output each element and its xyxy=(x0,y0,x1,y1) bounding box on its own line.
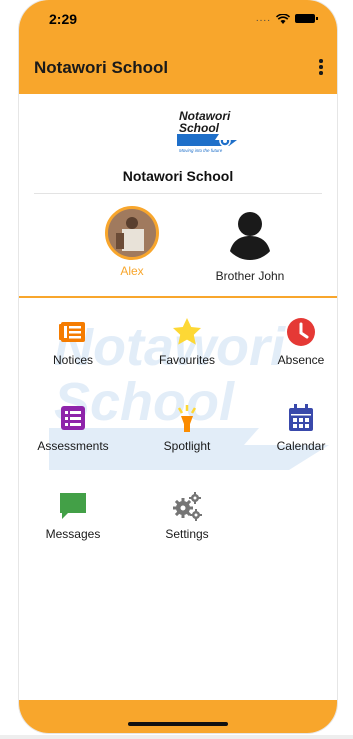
chat-icon xyxy=(60,493,86,519)
battery-icon xyxy=(295,14,318,23)
status-time: 2:29 xyxy=(49,11,78,27)
status-icons: .... xyxy=(255,13,318,24)
profile-name: Alex xyxy=(120,264,144,278)
device-base xyxy=(0,735,353,739)
wifi-icon xyxy=(276,13,290,24)
clock-icon xyxy=(287,318,315,346)
menu-label: Notices xyxy=(52,353,93,367)
profile-alex[interactable]: Alex xyxy=(82,206,182,278)
phone-screen: 2:29 .... Notawori School Notawori Schoo… xyxy=(19,0,337,733)
school-logo: Notawori School Moving into the future xyxy=(177,109,237,153)
student-photo xyxy=(108,209,156,257)
app-title: Notawori School xyxy=(34,58,169,77)
menu-assessments[interactable]: Assessments xyxy=(19,402,128,453)
notices-icon xyxy=(59,322,85,342)
avatar xyxy=(105,206,159,260)
menu-label: Absence xyxy=(277,353,325,367)
star-icon xyxy=(173,318,201,345)
list-icon xyxy=(61,406,85,430)
bottom-bar xyxy=(19,700,337,733)
profile-brother-john[interactable]: Brother John xyxy=(200,206,300,283)
menu-label: Messages xyxy=(45,527,101,541)
menu-label: Calendar xyxy=(276,439,326,453)
menu-spotlight[interactable]: Spotlight xyxy=(132,402,242,453)
logo-tagline: Moving into the future xyxy=(179,148,223,153)
signal-icon: .... xyxy=(255,13,271,24)
menu-label: Favourites xyxy=(158,353,216,367)
person-icon xyxy=(229,212,271,260)
menu-label: Settings xyxy=(165,527,209,541)
home-indicator[interactable] xyxy=(128,722,228,726)
calendar-icon xyxy=(289,404,313,431)
gears-icon xyxy=(173,492,202,521)
menu-label: Assessments xyxy=(37,439,109,453)
app-header: 2:29 .... Notawori School xyxy=(19,0,337,94)
logo-line2: School xyxy=(179,121,220,135)
spotlight-icon xyxy=(177,405,197,432)
menu-messages[interactable]: Messages xyxy=(19,490,128,541)
menu-favourites[interactable]: Favourites xyxy=(132,316,242,367)
menu-absence[interactable]: Absence xyxy=(246,316,337,367)
menu-calendar[interactable]: Calendar xyxy=(246,402,337,453)
school-name: Notawori School xyxy=(122,168,234,184)
divider xyxy=(34,193,322,194)
section-divider xyxy=(19,296,337,298)
profile-name: Brother John xyxy=(215,269,285,283)
more-vert-icon[interactable] xyxy=(311,56,331,78)
menu-settings[interactable]: Settings xyxy=(132,490,242,541)
menu-notices[interactable]: Notices xyxy=(19,316,128,367)
menu-label: Spotlight xyxy=(163,439,211,453)
